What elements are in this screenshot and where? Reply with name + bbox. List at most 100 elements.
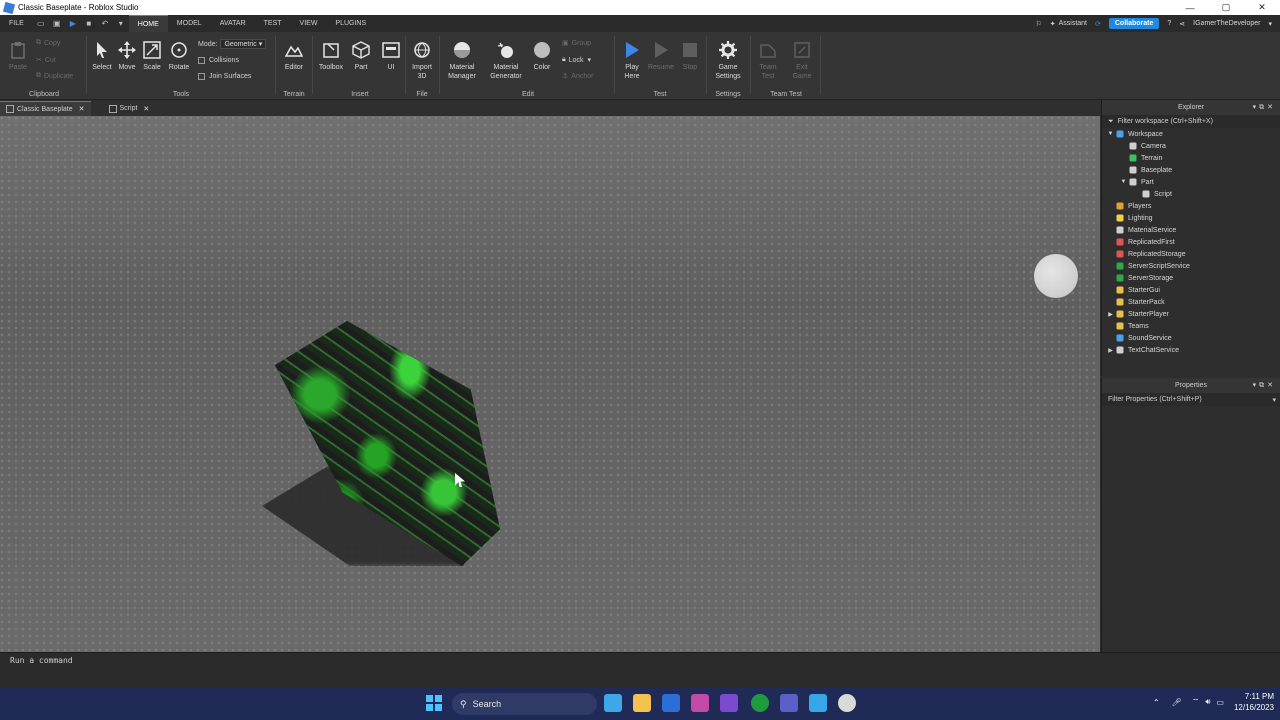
wifi-icon[interactable]: ⌔ bbox=[1192, 697, 1200, 707]
material-manager-button[interactable]: Material Manager bbox=[446, 38, 478, 81]
play-quick-icon[interactable]: ▶ bbox=[68, 19, 78, 29]
tab-script[interactable]: Script ✕ bbox=[103, 101, 156, 116]
explorer-item-replicatedstorage[interactable]: ReplicatedStorage bbox=[1102, 248, 1280, 260]
play-here-button[interactable]: Play Here bbox=[618, 38, 646, 81]
maximize-button[interactable]: ▢ bbox=[1208, 2, 1244, 13]
username[interactable]: IGamerTheDeveloper bbox=[1193, 20, 1260, 27]
taskbar-search[interactable]: ⚲ Search bbox=[452, 693, 597, 715]
toolbox-button[interactable]: Toolbox bbox=[317, 38, 345, 72]
explorer-item-camera[interactable]: Camera bbox=[1102, 140, 1280, 152]
battery-icon[interactable]: ▭ bbox=[1216, 698, 1224, 707]
join-surfaces-toggle[interactable]: Join Surfaces bbox=[198, 73, 251, 80]
explorer-item-script[interactable]: Script bbox=[1102, 188, 1280, 200]
tab-home[interactable]: HOME bbox=[128, 15, 168, 32]
rotate-button[interactable]: Rotate bbox=[165, 38, 193, 72]
explorer-item-replicatedfirst[interactable]: ReplicatedFirst bbox=[1102, 236, 1280, 248]
explorer-item-soundservice[interactable]: SoundService bbox=[1102, 332, 1280, 344]
material-generator-button[interactable]: Material Generator bbox=[486, 38, 526, 81]
group-button[interactable]: ▣ Group bbox=[562, 39, 591, 48]
share-icon[interactable]: ⋖ bbox=[1179, 20, 1185, 28]
tab-plugins[interactable]: PLUGINS bbox=[326, 15, 375, 32]
explorer-item-workspace[interactable]: ▼ Workspace bbox=[1102, 128, 1280, 140]
explorer-item-baseplate[interactable]: Baseplate bbox=[1102, 164, 1280, 176]
explorer-filter[interactable]: ⏷ Filter workspace (Ctrl+Shift+X) bbox=[1102, 115, 1280, 128]
explorer-item-textchatservice[interactable]: ▶ TextChatService bbox=[1102, 344, 1280, 356]
expand-arrow-icon[interactable]: ▶ bbox=[1106, 347, 1115, 354]
resume-button[interactable]: Resume bbox=[647, 38, 675, 72]
expand-arrow-icon[interactable]: ▶ bbox=[1106, 311, 1115, 318]
notification-icon[interactable]: ⚐ bbox=[1035, 20, 1041, 28]
ui-button[interactable]: UI bbox=[377, 38, 405, 72]
copy-button[interactable]: ⧉ Copy bbox=[36, 39, 60, 47]
paste-button[interactable]: Paste bbox=[4, 38, 32, 72]
collisions-checkbox[interactable] bbox=[198, 57, 205, 64]
command-bar[interactable]: Run a command bbox=[0, 652, 1280, 688]
move-button[interactable]: Move bbox=[113, 38, 141, 72]
collisions-toggle[interactable]: Collisions bbox=[198, 57, 239, 64]
tab-view[interactable]: VIEW bbox=[291, 15, 327, 32]
minimize-button[interactable]: — bbox=[1172, 3, 1208, 13]
clock[interactable]: 7:11 PM 12/16/2023 bbox=[1234, 691, 1274, 713]
expand-arrow-icon[interactable]: ▼ bbox=[1119, 179, 1128, 185]
sync-icon[interactable]: ⟳ bbox=[1095, 20, 1101, 28]
properties-filter[interactable]: Filter Properties (Ctrl+Shift+P) ▾ bbox=[1102, 393, 1280, 406]
explorer-item-serverscriptservice[interactable]: ServerScriptService bbox=[1102, 260, 1280, 272]
more-quick-icon[interactable]: ▾ bbox=[116, 19, 126, 29]
clapper-icon[interactable] bbox=[720, 694, 738, 712]
mode-dropdown[interactable]: Geometric ▾ bbox=[220, 39, 267, 49]
explorer-item-teams[interactable]: Teams bbox=[1102, 320, 1280, 332]
microphone-icon[interactable]: 🎤︎ bbox=[1172, 698, 1182, 707]
dropdown-arrow-icon[interactable]: ▾ bbox=[1268, 20, 1272, 28]
import-3d-button[interactable]: Import 3D bbox=[408, 38, 436, 81]
tab-model[interactable]: MODEL bbox=[168, 15, 211, 32]
stop-quick-icon[interactable]: ■ bbox=[84, 19, 94, 29]
exit-game-button[interactable]: Exit Game bbox=[788, 38, 816, 81]
explorer-item-terrain[interactable]: Terrain bbox=[1102, 152, 1280, 164]
help-icon[interactable]: ? bbox=[1167, 20, 1171, 27]
file-explorer-icon[interactable] bbox=[633, 694, 651, 712]
command-input[interactable]: Run a command bbox=[10, 656, 73, 665]
team-test-button[interactable]: Team Test bbox=[754, 38, 782, 81]
explorer-item-startergui[interactable]: StarterGui bbox=[1102, 284, 1280, 296]
roblox-studio-taskbar-icon[interactable] bbox=[809, 694, 827, 712]
assistant-button[interactable]: ✦ Assistant bbox=[1050, 20, 1087, 28]
color-button[interactable]: Color bbox=[528, 38, 556, 72]
volume-icon[interactable]: 🔊︎ bbox=[1205, 697, 1210, 707]
explorer-item-lighting[interactable]: Lighting bbox=[1102, 212, 1280, 224]
chevron-up-icon[interactable]: ⌃ bbox=[1153, 698, 1160, 707]
panel-controls[interactable]: ▾⧉✕ bbox=[1253, 381, 1276, 390]
explorer-item-serverstorage[interactable]: ServerStorage bbox=[1102, 272, 1280, 284]
close-button[interactable]: ✕ bbox=[1244, 2, 1280, 13]
windows-start-icon[interactable] bbox=[425, 694, 443, 712]
collaborate-button[interactable]: Collaborate bbox=[1108, 18, 1160, 29]
scale-button[interactable]: Scale bbox=[138, 38, 166, 72]
stop-button[interactable]: Stop bbox=[676, 38, 704, 72]
explorer-item-starterpack[interactable]: StarterPack bbox=[1102, 296, 1280, 308]
view-selector-cube[interactable] bbox=[1034, 254, 1078, 298]
close-tab-icon[interactable]: ✕ bbox=[143, 105, 149, 113]
file-menu[interactable]: FILE bbox=[0, 20, 33, 27]
anchor-button[interactable]: ⚓︎ Anchor bbox=[562, 72, 593, 81]
join-surfaces-checkbox[interactable] bbox=[198, 73, 205, 80]
part-button[interactable]: Part bbox=[347, 38, 375, 72]
close-tab-icon[interactable]: ✕ bbox=[79, 105, 85, 113]
xbox-icon[interactable] bbox=[751, 694, 769, 712]
undo-icon[interactable]: ↶ bbox=[100, 19, 110, 29]
teams-icon[interactable] bbox=[780, 694, 798, 712]
lock-dropdown-icon[interactable]: ▾ bbox=[588, 56, 592, 64]
widgets-icon[interactable] bbox=[604, 694, 622, 712]
explorer-item-materialservice[interactable]: MaterialService bbox=[1102, 224, 1280, 236]
cut-button[interactable]: ✂ Cut bbox=[36, 56, 56, 65]
explorer-item-part[interactable]: ▼ Part bbox=[1102, 176, 1280, 188]
chevron-down-icon[interactable]: ▾ bbox=[1272, 396, 1276, 404]
select-button[interactable]: Select bbox=[88, 38, 116, 72]
tab-test[interactable]: TEST bbox=[255, 15, 291, 32]
expand-arrow-icon[interactable]: ▼ bbox=[1106, 131, 1115, 137]
lock-button[interactable]: 🔒︎ Lock ▾ bbox=[562, 56, 591, 64]
media-icon[interactable] bbox=[691, 694, 709, 712]
3d-viewport[interactable] bbox=[0, 116, 1100, 652]
new-file-icon[interactable]: ▭ bbox=[36, 19, 46, 29]
duplicate-button[interactable]: ⧉ Duplicate bbox=[36, 72, 73, 80]
word-icon[interactable] bbox=[662, 694, 680, 712]
open-file-icon[interactable]: ▣ bbox=[52, 19, 62, 29]
